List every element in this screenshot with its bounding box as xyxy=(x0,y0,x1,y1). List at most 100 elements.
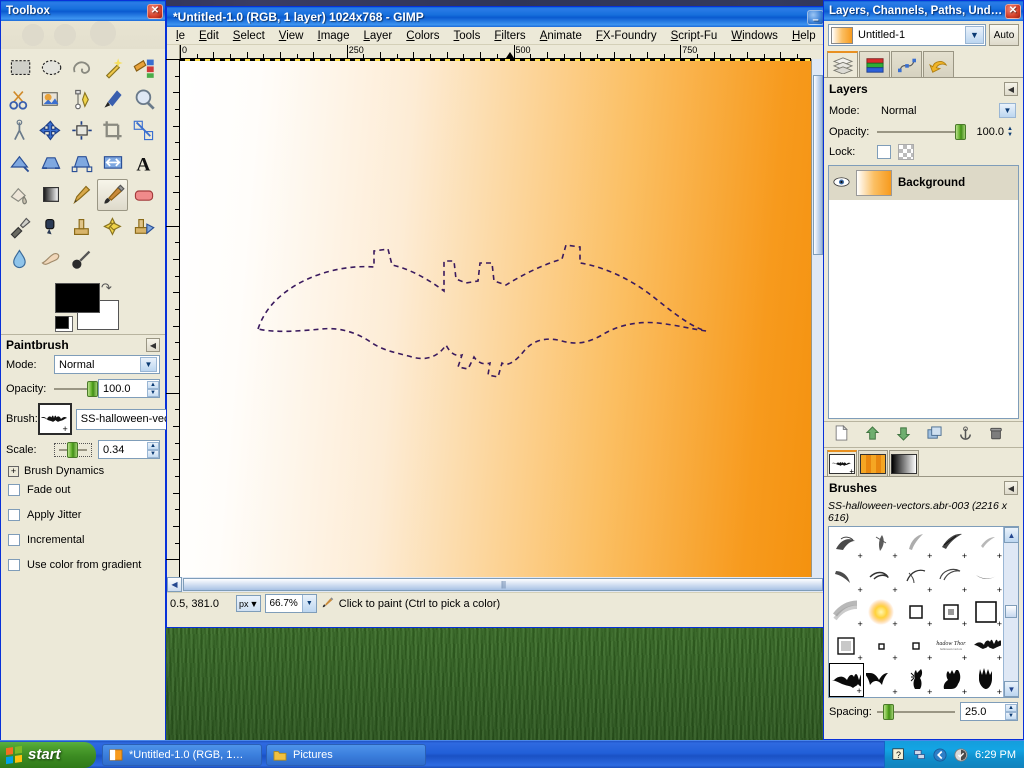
perspective-clone-tool[interactable] xyxy=(128,211,159,243)
menu-colors[interactable]: Colors xyxy=(399,29,446,43)
paths-tool[interactable] xyxy=(66,83,97,115)
duplicate-layer-button[interactable] xyxy=(927,425,942,444)
measure-tool[interactable] xyxy=(4,115,35,147)
menu-edit[interactable]: Edit xyxy=(192,29,226,43)
dock-titlebar[interactable]: Layers, Channels, Paths, Undo -... ✕ xyxy=(824,1,1023,21)
incremental-checkbox[interactable] xyxy=(8,534,20,546)
taskbar-item[interactable]: Pictures xyxy=(266,743,426,766)
brush-cell-swirl-a[interactable]: + xyxy=(864,561,899,595)
tab-layers[interactable] xyxy=(827,51,858,77)
gradient-tool[interactable] xyxy=(35,179,66,211)
use-color-from-gradient-checkbox-row[interactable]: Use color from gradient xyxy=(8,559,160,571)
perspective-tool[interactable] xyxy=(66,147,97,179)
brush-cell-square-md[interactable]: + xyxy=(933,595,968,629)
rotate-tool[interactable] xyxy=(128,115,159,147)
brush-dynamics-expander[interactable]: + Brush Dynamics xyxy=(8,465,160,477)
image-selector-combo[interactable]: Untitled-1 ▼ xyxy=(828,24,986,46)
fade-out-checkbox[interactable] xyxy=(8,484,20,496)
start-button[interactable]: start xyxy=(0,741,96,768)
slider-knob[interactable] xyxy=(955,124,967,140)
spinner-arrows[interactable]: ▲ ▼ xyxy=(1005,703,1017,720)
spacing-slider[interactable] xyxy=(876,703,955,720)
brush-cell-smear-c[interactable]: + xyxy=(899,527,934,561)
tab-gradients[interactable] xyxy=(889,450,919,476)
smudge-tool[interactable] xyxy=(35,243,66,275)
table-row[interactable]: Background xyxy=(829,166,1018,200)
menu-select[interactable]: Select xyxy=(226,29,272,43)
layers-collapse-icon[interactable]: ◀ xyxy=(1004,82,1018,96)
scroll-up-button[interactable]: ▲ xyxy=(1004,527,1018,543)
paintbrush-tool[interactable] xyxy=(97,179,128,211)
slider-knob[interactable] xyxy=(86,380,98,397)
clock[interactable]: 6:29 PM xyxy=(975,749,1016,761)
brush-cell-dot-sm[interactable]: + xyxy=(864,629,899,663)
menu-filters[interactable]: Filters xyxy=(487,29,532,43)
horizontal-ruler[interactable]: 0 250 500 750 xyxy=(180,45,811,59)
ink-tool[interactable] xyxy=(35,211,66,243)
scale-slider[interactable] xyxy=(54,441,92,458)
anchor-layer-button[interactable] xyxy=(958,425,973,444)
brush-cell-bat-small[interactable]: + xyxy=(864,663,899,697)
delete-layer-button[interactable] xyxy=(989,426,1003,444)
move-tool[interactable] xyxy=(35,115,66,147)
heal-tool[interactable] xyxy=(97,211,128,243)
rect-select-tool[interactable] xyxy=(4,51,35,83)
menu-view[interactable]: View xyxy=(272,29,311,43)
airbrush-tool[interactable] xyxy=(4,211,35,243)
scrollbar-thumb[interactable] xyxy=(813,75,823,255)
flip-tool[interactable] xyxy=(97,147,128,179)
brush-cell-swirl-c[interactable]: + xyxy=(933,561,968,595)
chevron-down-icon[interactable]: ▼ xyxy=(999,103,1016,118)
ellipse-select-tool[interactable] xyxy=(35,51,66,83)
brush-cell-square-lg[interactable]: + xyxy=(968,595,1003,629)
menu-animate[interactable]: Animate xyxy=(533,29,589,43)
chevron-down-icon[interactable]: ▼ xyxy=(965,26,984,44)
free-select-tool[interactable] xyxy=(66,51,97,83)
brush-cell-swirl-d[interactable]: + xyxy=(968,561,1003,595)
color-picker-tool[interactable] xyxy=(97,83,128,115)
image-canvas[interactable] xyxy=(180,59,811,577)
menu-le[interactable]: le xyxy=(169,29,192,43)
brush-cell-glow-sun[interactable]: + xyxy=(864,595,899,629)
chevron-down-icon[interactable]: ▼ xyxy=(140,357,157,372)
chevron-down-icon[interactable]: ▼ xyxy=(250,599,259,609)
taskbar-item[interactable]: *Untitled-1.0 (RGB, 1… xyxy=(102,743,262,766)
layer-opacity-slider[interactable] xyxy=(877,124,967,140)
lock-alpha-checkbox[interactable] xyxy=(898,144,914,160)
menu-script-fu[interactable]: Script-Fu xyxy=(664,29,725,43)
tab-undo[interactable] xyxy=(923,51,954,77)
menu-fx-foundry[interactable]: FX-Foundry xyxy=(589,29,664,43)
auto-follow-button[interactable]: Auto xyxy=(989,24,1019,46)
bucket-fill-tool[interactable] xyxy=(4,179,35,211)
brush-cell-cat-sit[interactable]: + xyxy=(933,663,968,697)
fade-out-checkbox-row[interactable]: Fade out xyxy=(8,484,160,496)
scale-spinner[interactable]: 0.34 ▲ ▼ xyxy=(98,440,160,459)
layer-mode-combo[interactable]: Normal ▼ xyxy=(877,101,1018,120)
network-tray-icon[interactable] xyxy=(912,748,926,762)
menu-layer[interactable]: Layer xyxy=(356,29,399,43)
select-by-color-tool[interactable] xyxy=(128,51,159,83)
scroll-left-button[interactable]: ◀ xyxy=(167,577,182,592)
brush-cell-smear-e[interactable]: + xyxy=(968,527,1003,561)
paint-mode-combo[interactable]: Normal ▼ xyxy=(54,355,160,374)
crop-tool[interactable] xyxy=(97,115,128,147)
menu-tools[interactable]: Tools xyxy=(447,29,488,43)
slider-knob[interactable] xyxy=(66,441,78,458)
eraser-tool[interactable] xyxy=(128,179,159,211)
default-colors-icon[interactable] xyxy=(55,316,73,332)
pencil-tool[interactable] xyxy=(66,179,97,211)
scale-tool[interactable] xyxy=(4,147,35,179)
brush-cell-smear-a[interactable]: + xyxy=(829,527,864,561)
toolbox-close-button[interactable]: ✕ xyxy=(147,3,163,19)
brush-preview-button[interactable]: + xyxy=(37,403,72,435)
show-hidden-icons-icon[interactable] xyxy=(933,747,947,762)
tab-brushes[interactable]: + xyxy=(827,450,857,476)
brush-cell-dot-md[interactable]: + xyxy=(899,629,934,663)
help-tray-icon[interactable]: ? xyxy=(891,748,905,762)
brush-cell-square-sm[interactable]: + xyxy=(899,595,934,629)
new-layer-button[interactable] xyxy=(834,424,849,444)
align-tool[interactable] xyxy=(66,115,97,147)
plus-icon[interactable]: + xyxy=(8,465,19,477)
incremental-checkbox-row[interactable]: Incremental xyxy=(8,534,160,546)
swap-colors-icon[interactable]: ↷ xyxy=(101,280,112,296)
